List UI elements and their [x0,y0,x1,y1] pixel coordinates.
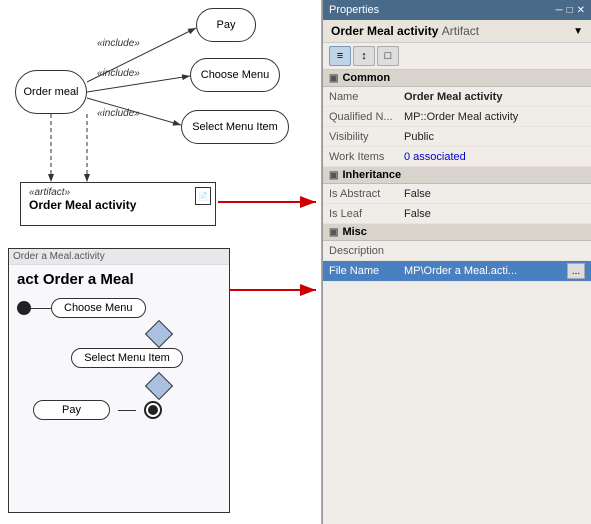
props-btn-sort[interactable]: ↕ [353,46,375,66]
prop-visibility-row: Visibility Public [323,127,591,147]
artifact-name-label: Order Meal activity [29,198,207,212]
prop-workitems-row: Work Items 0 associated [323,147,591,167]
use-case-choose-menu-label: Choose Menu [201,69,270,81]
dropdown-arrow-icon[interactable]: ▼ [573,26,583,37]
artifact-box[interactable]: «artifact» Order Meal activity 📄 [20,182,216,226]
minimize-icon[interactable]: ─ [555,5,562,16]
props-btn-list[interactable]: ≡ [329,46,351,66]
arrow-label-2: «include» [97,68,140,79]
section-common-label: Common [342,72,390,84]
properties-titlebar: Properties ─ □ ✕ [323,0,591,20]
arrow-label-1: «include» [97,38,140,49]
section-misc-label: Misc [342,226,366,238]
section-inheritance-toggle[interactable]: ▣ [329,170,338,181]
props-browse-button[interactable]: ... [567,263,585,279]
prop-qualified-value: MP::Order Meal activity [404,111,585,123]
props-btn-view[interactable]: □ [377,46,399,66]
action-select-menu-item-label: Select Menu Item [84,352,170,364]
artifact-stereotype-label: «artifact» [29,187,207,198]
prop-abstract-value: False [404,188,585,200]
decision-node-2 [145,372,173,400]
prop-workitems-label: Work Items [329,151,404,163]
section-inheritance-label: Inheritance [342,169,401,181]
prop-leaf-row: Is Leaf False [323,204,591,224]
prop-workitems-value: 0 associated [404,151,585,163]
section-inheritance: ▣ Inheritance [323,167,591,184]
prop-leaf-value: False [404,208,585,220]
use-case-order-meal[interactable]: Order meal [15,70,87,114]
use-case-select-menu-item[interactable]: Select Menu Item [181,110,289,144]
use-case-order-meal-label: Order meal [23,86,78,98]
artifact-file-icon: 📄 [195,187,211,205]
action-pay-label: Pay [62,404,81,416]
canvas-area: Order meal Pay Choose Menu Select Menu I… [0,0,322,524]
prop-filename-value: MP\Order a Meal.acti... [404,265,567,277]
prop-leaf-label: Is Leaf [329,208,404,220]
prop-description-row: Description [323,241,591,261]
action-select-menu-item[interactable]: Select Menu Item [71,348,183,368]
activity-heading: act Order a Meal [17,271,134,288]
properties-title: Properties [329,4,379,16]
prop-visibility-label: Visibility [329,131,404,143]
prop-filename-row[interactable]: File Name MP\Order a Meal.acti... ... [323,261,591,282]
action-choose-menu[interactable]: Choose Menu [51,298,146,318]
prop-name-label: Name [329,91,404,103]
final-node [144,401,162,419]
activity-frame-title: Order a Meal.activity [9,249,229,265]
section-misc-toggle[interactable]: ▣ [329,227,338,238]
float-icon[interactable]: □ [567,5,573,16]
section-common-toggle[interactable]: ▣ [329,73,338,84]
close-icon[interactable]: ✕ [577,5,585,16]
prop-name-value: Order Meal activity [404,91,585,103]
properties-toolbar: ≡ ↕ □ [323,43,591,70]
titlebar-icons: ─ □ ✕ [555,5,585,16]
subject-type: Artifact [442,24,479,38]
action-pay[interactable]: Pay [33,400,110,420]
prop-filename-label: File Name [329,265,404,277]
properties-header: Order Meal activity Artifact ▼ [323,20,591,43]
arrow-label-3: «include» [97,108,140,119]
section-common: ▣ Common [323,70,591,87]
prop-qualified-label: Qualified N... [329,111,404,123]
use-case-select-menu-item-label: Select Menu Item [192,121,278,133]
use-case-pay-label: Pay [217,19,236,31]
prop-abstract-row: Is Abstract False [323,184,591,204]
initial-node [17,301,31,315]
action-choose-menu-label: Choose Menu [64,302,133,314]
use-case-pay[interactable]: Pay [196,8,256,42]
prop-visibility-value: Public [404,131,585,143]
prop-description-label: Description [329,245,404,257]
properties-panel: Properties ─ □ ✕ Order Meal activity Art… [322,0,591,524]
subject-name: Order Meal activity [331,24,438,38]
prop-abstract-label: Is Abstract [329,188,404,200]
section-misc: ▣ Misc [323,224,591,241]
use-case-choose-menu[interactable]: Choose Menu [190,58,280,92]
activity-frame: Order a Meal.activity act Order a Meal C… [8,248,230,513]
prop-name-row: Name Order Meal activity [323,87,591,107]
decision-node-1 [145,320,173,348]
prop-qualified-row: Qualified N... MP::Order Meal activity [323,107,591,127]
